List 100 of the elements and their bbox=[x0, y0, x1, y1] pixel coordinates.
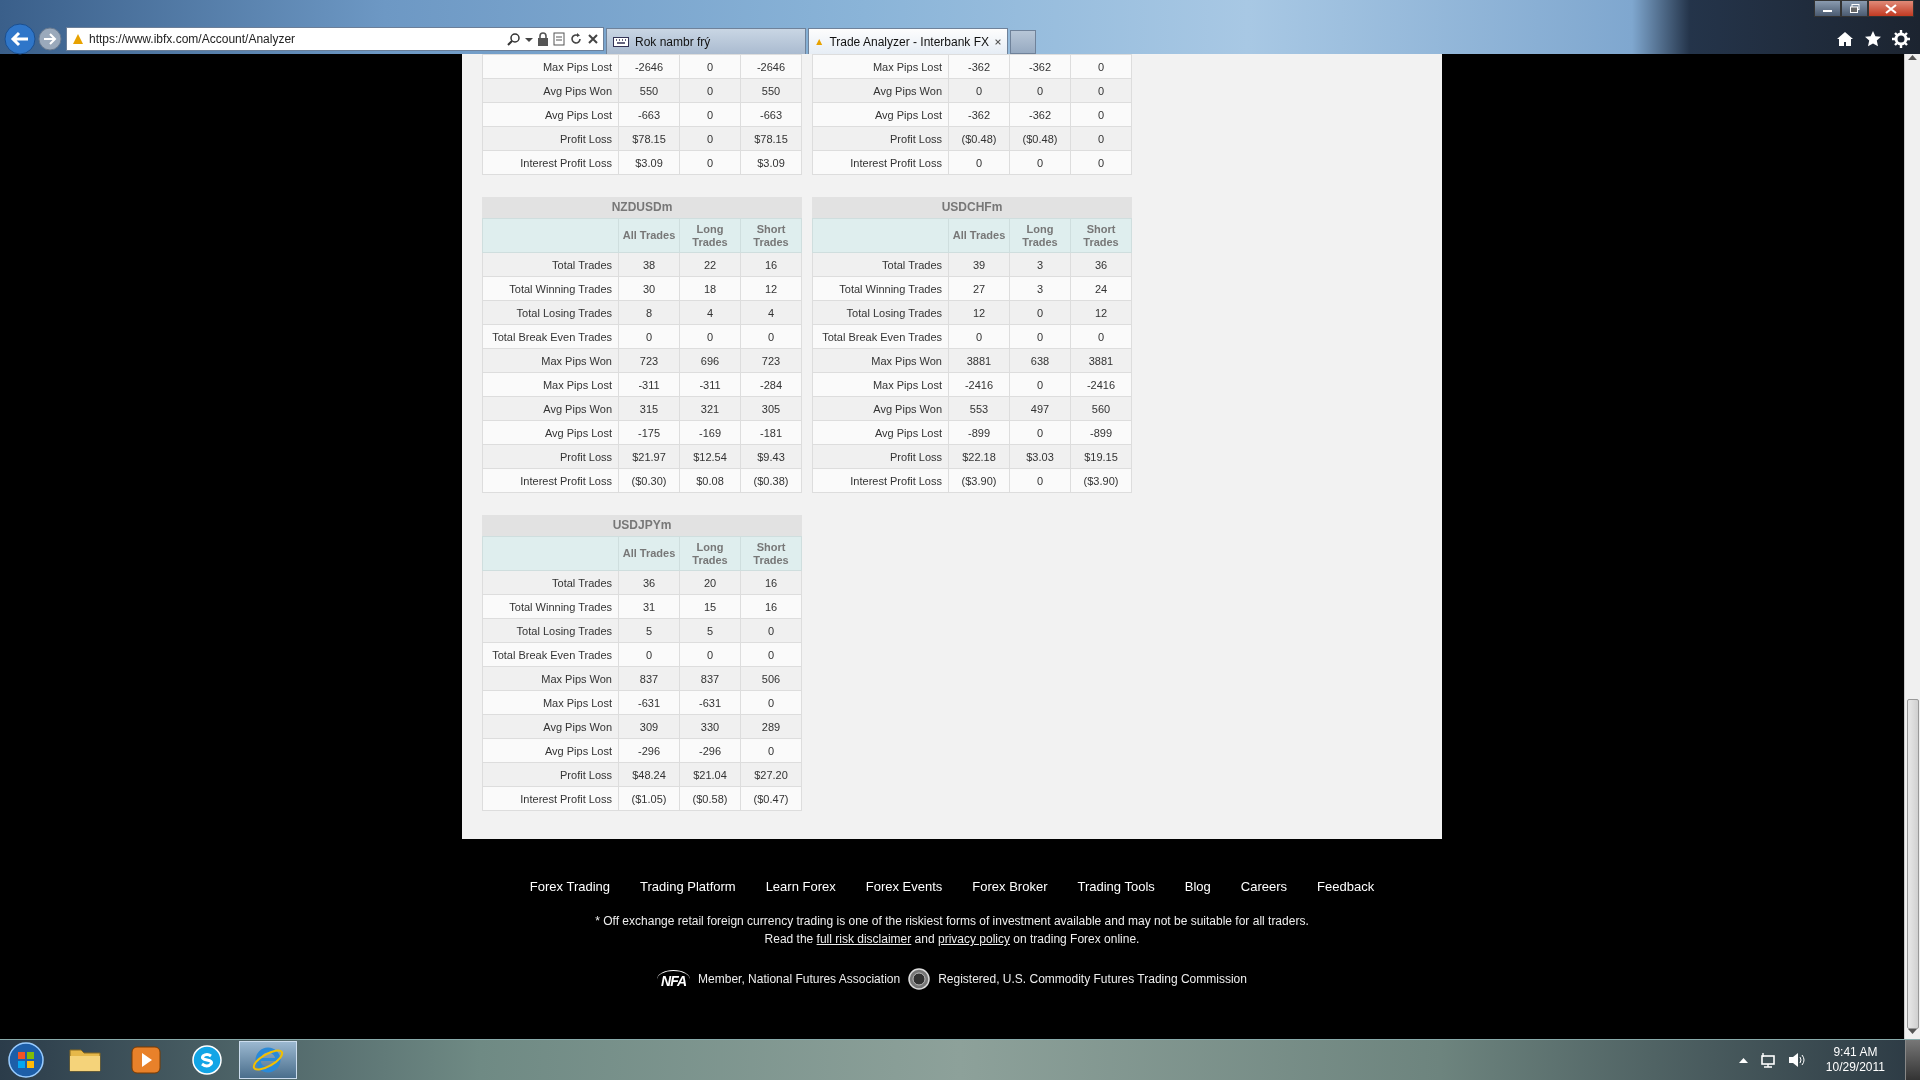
table-title: NZDUSDm bbox=[482, 197, 802, 218]
row-label: Total Winning Trades bbox=[482, 594, 619, 619]
row-label: Avg Pips Won bbox=[812, 78, 949, 103]
table-cell: -2646 bbox=[618, 54, 680, 79]
column-header: Long Trades bbox=[679, 218, 741, 253]
row-label: Total Break Even Trades bbox=[482, 642, 619, 667]
back-button[interactable] bbox=[4, 23, 36, 55]
column-header: All Trades bbox=[948, 218, 1010, 253]
minimize-button[interactable] bbox=[1814, 0, 1841, 17]
clock[interactable]: 9:41 AM 10/29/2011 bbox=[1825, 1045, 1885, 1075]
browser-tab[interactable]: Trade Analyzer - Interbank FX bbox=[808, 28, 1008, 54]
volume-icon[interactable] bbox=[1787, 1052, 1806, 1068]
footer-link[interactable]: Forex Broker bbox=[972, 879, 1048, 894]
keyboard-icon bbox=[613, 35, 629, 48]
footer-link[interactable]: Trading Platform bbox=[640, 879, 736, 894]
settings-icon[interactable] bbox=[1892, 30, 1910, 48]
scrollbar-thumb[interactable] bbox=[1906, 698, 1919, 1030]
row-label: Avg Pips Lost bbox=[812, 102, 949, 127]
address-bar[interactable]: https://www.ibfx.com/Account/Analyzer bbox=[66, 27, 604, 51]
column-header: Short Trades bbox=[740, 536, 802, 571]
row-label: Total Trades bbox=[482, 570, 619, 595]
footer-link[interactable]: Trading Tools bbox=[1077, 879, 1155, 894]
row-label: Max Pips Lost bbox=[812, 54, 949, 79]
row-label: Interest Profit Loss bbox=[482, 468, 619, 493]
restore-icon bbox=[1849, 4, 1860, 13]
clock-time: 9:41 AM bbox=[1833, 1045, 1878, 1060]
column-header: Long Trades bbox=[1009, 218, 1071, 253]
browser-tab[interactable]: Rok nambr frý bbox=[606, 28, 806, 54]
footer-link[interactable]: Careers bbox=[1240, 879, 1288, 894]
row-label: Avg Pips Won bbox=[482, 714, 619, 739]
lock-icon[interactable] bbox=[537, 32, 549, 46]
row-label: Interest Profit Loss bbox=[812, 150, 949, 175]
column-header: Short Trades bbox=[1070, 218, 1132, 253]
nfa-membership-text: Member, National Futures Association bbox=[698, 972, 901, 986]
disclaimer-text: * Off exchange retail foreign currency trading is one of the riskiest forms of investment available and may not be suitable for all traders. bbox=[595, 913, 1309, 930]
show-hidden-icons-icon[interactable] bbox=[1738, 1057, 1748, 1063]
table-cell: -362 bbox=[948, 54, 1010, 79]
network-icon[interactable] bbox=[1759, 1052, 1776, 1068]
table-title: USDCHFm bbox=[812, 197, 1132, 218]
row-label: Profit Loss bbox=[812, 444, 949, 469]
nfa-logo: NFA bbox=[657, 969, 691, 989]
row-label: Interest Profit Loss bbox=[482, 150, 619, 175]
row-label: Profit Loss bbox=[812, 126, 949, 151]
refresh-icon[interactable] bbox=[569, 32, 583, 46]
close-window-button[interactable] bbox=[1868, 0, 1914, 17]
row-label: Total Trades bbox=[812, 252, 949, 277]
site-icon bbox=[71, 32, 85, 46]
row-label: Total Losing Trades bbox=[482, 300, 619, 325]
clock-date: 10/29/2011 bbox=[1825, 1060, 1885, 1075]
row-label: Total Trades bbox=[482, 252, 619, 277]
table-title: USDJPYm bbox=[482, 515, 802, 536]
table-cell: -2646 bbox=[740, 54, 802, 79]
row-label: Interest Profit Loss bbox=[812, 468, 949, 493]
url-text: https://www.ibfx.com/Account/Analyzer bbox=[89, 32, 297, 46]
row-label: Profit Loss bbox=[482, 126, 619, 151]
row-label: Avg Pips Lost bbox=[812, 420, 949, 445]
row-label: Avg Pips Won bbox=[812, 396, 949, 421]
home-icon[interactable] bbox=[1836, 30, 1854, 48]
table-cell: 0 bbox=[1070, 54, 1132, 79]
taskbar-button[interactable] bbox=[239, 1041, 297, 1079]
footer-link[interactable]: Forex Events bbox=[865, 879, 943, 894]
row-label: Interest Profit Loss bbox=[482, 786, 619, 811]
show-desktop-button[interactable] bbox=[1905, 1040, 1920, 1080]
row-label: Max Pips Lost bbox=[812, 372, 949, 397]
seal-icon bbox=[908, 968, 931, 990]
column-header: Long Trades bbox=[679, 536, 741, 571]
cftc-registration-text: Registered, U.S. Commodity Futures Trading Commission bbox=[938, 972, 1247, 986]
table-cell: -362 bbox=[1009, 54, 1071, 79]
row-label: Total Winning Trades bbox=[482, 276, 619, 301]
restore-button[interactable] bbox=[1841, 0, 1868, 17]
row-label: Total Break Even Trades bbox=[812, 324, 949, 349]
footer-link[interactable]: Blog bbox=[1184, 879, 1211, 894]
row-label: Avg Pips Won bbox=[482, 78, 619, 103]
disclaimer-links-text: Read the full risk disclaimer and privacy policy on trading Forex online. bbox=[764, 931, 1140, 948]
row-label: Total Break Even Trades bbox=[482, 324, 619, 349]
row-label: Avg Pips Won bbox=[482, 396, 619, 421]
row-label: Max Pips Won bbox=[812, 348, 949, 373]
row-label: Max Pips Lost bbox=[482, 690, 619, 715]
footer-link[interactable]: Feedback bbox=[1317, 879, 1375, 894]
stop-icon[interactable] bbox=[587, 32, 599, 46]
scrollbar[interactable] bbox=[1904, 54, 1920, 1039]
row-label: Total Losing Trades bbox=[812, 300, 949, 325]
privacy-policy-link[interactable]: privacy policy bbox=[938, 932, 1010, 946]
row-label: Max Pips Won bbox=[482, 666, 619, 691]
footer-link[interactable]: Learn Forex bbox=[765, 879, 836, 894]
row-label: Total Winning Trades bbox=[812, 276, 949, 301]
chat-app-icon bbox=[189, 1042, 225, 1078]
row-label: Max Pips Lost bbox=[482, 372, 619, 397]
star-icon[interactable] bbox=[1864, 30, 1882, 48]
forward-button[interactable] bbox=[38, 27, 62, 51]
footer-link[interactable]: Forex Trading bbox=[529, 879, 611, 894]
column-header: All Trades bbox=[618, 218, 680, 253]
row-label: Profit Loss bbox=[482, 444, 619, 469]
row-label: Avg Pips Lost bbox=[482, 420, 619, 445]
row-label: Max Pips Lost bbox=[482, 54, 619, 79]
column-header: All Trades bbox=[618, 536, 680, 571]
row-label: Profit Loss bbox=[482, 762, 619, 787]
column-header: Short Trades bbox=[740, 218, 802, 253]
risk-disclaimer-link[interactable]: full risk disclaimer bbox=[816, 932, 912, 946]
search-icon[interactable] bbox=[507, 32, 521, 46]
